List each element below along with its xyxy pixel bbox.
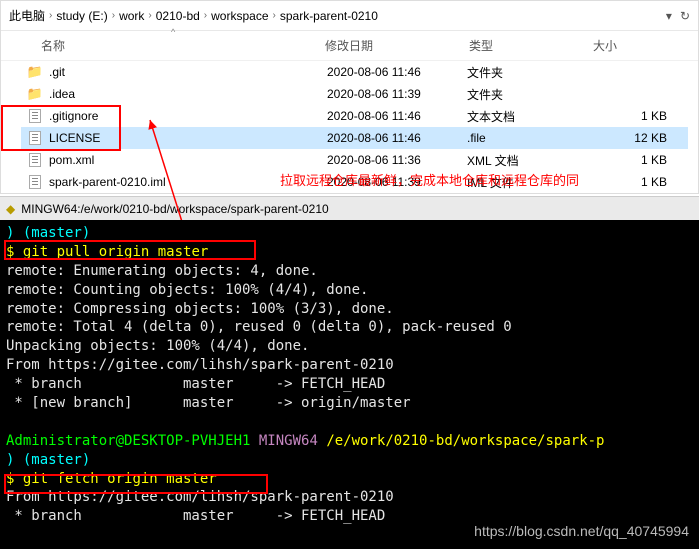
file-date: 2020-08-06 11:46 <box>327 109 467 123</box>
chevron-right-icon: › <box>200 10 211 21</box>
file-size: 1 KB <box>587 109 687 123</box>
file-row[interactable]: .gitignore 2020-08-06 11:46 文本文档 1 KB <box>21 105 688 127</box>
file-date: 2020-08-06 11:46 <box>327 131 467 145</box>
column-headers: ^ 名称 修改日期 类型 大小 <box>1 31 698 61</box>
term-command: git fetch origin master <box>23 471 217 487</box>
crumb-0210bd[interactable]: 0210-bd <box>156 9 200 23</box>
term-line: From https://gitee.com/lihsh/spark-paren… <box>6 357 394 373</box>
file-row[interactable]: pom.xml 2020-08-06 11:36 XML 文档 1 KB <box>21 149 688 171</box>
file-explorer: 此电脑› study (E:)› work› 0210-bd› workspac… <box>0 0 699 194</box>
file-type: .file <box>467 131 587 145</box>
crumb-drive[interactable]: study (E:) <box>56 9 107 23</box>
term-line: remote: Compressing objects: 100% (3/3),… <box>6 301 394 317</box>
file-name: pom.xml <box>49 153 94 167</box>
file-name: spark-parent-0210.iml <box>49 175 166 189</box>
file-date: 2020-08-06 11:39 <box>327 87 467 101</box>
dropdown-icon[interactable]: ▾ <box>666 9 672 23</box>
file-date: 2020-08-06 11:46 <box>327 65 467 79</box>
terminal-titlebar[interactable]: ◆ MINGW64:/e/work/0210-bd/workspace/spar… <box>0 196 699 220</box>
col-type[interactable]: 类型 <box>469 37 589 54</box>
term-user: Administrator@DESKTOP-PVHJEH1 <box>6 433 250 449</box>
term-path: /e/work/0210-bd/workspace/spark-p <box>326 433 604 449</box>
term-line: remote: Total 4 (delta 0), reused 0 (del… <box>6 319 512 335</box>
terminal-body[interactable]: ) (master) $ git pull origin master remo… <box>0 220 699 549</box>
crumb-workspace[interactable]: workspace <box>211 9 268 23</box>
col-date[interactable]: 修改日期 <box>325 37 465 54</box>
file-name: .gitignore <box>49 109 98 123</box>
term-line: * branch master -> FETCH_HEAD <box>6 376 385 392</box>
file-type: 文本文档 <box>467 108 587 125</box>
file-type: 文件夹 <box>467 64 587 81</box>
textfile-icon <box>29 175 41 189</box>
crumb-project[interactable]: spark-parent-0210 <box>280 9 378 23</box>
term-env: MINGW64 <box>259 433 318 449</box>
file-name: .idea <box>49 87 75 101</box>
chevron-right-icon: › <box>108 10 119 21</box>
term-line: * branch master -> FETCH_HEAD <box>6 508 385 524</box>
file-name: LICENSE <box>49 131 100 145</box>
crumb-work[interactable]: work <box>119 9 144 23</box>
col-size[interactable]: 大小 <box>593 37 699 54</box>
file-row[interactable]: LICENSE 2020-08-06 11:46 .file 12 KB <box>21 127 688 149</box>
file-size: 12 KB <box>587 131 687 145</box>
mingw-icon: ◆ <box>6 202 15 216</box>
folder-icon <box>27 86 43 102</box>
file-date: 2020-08-06 11:36 <box>327 153 467 167</box>
crumb-pc[interactable]: 此电脑 <box>9 7 45 24</box>
term-line: * [new branch] master -> origin/master <box>6 395 411 411</box>
term-line: Unpacking objects: 100% (4/4), done. <box>6 338 309 354</box>
annotation-text: 拉取远程仓库最新鲜，完成本地仓库和远程仓库的同 <box>280 170 579 189</box>
term-line: remote: Enumerating objects: 4, done. <box>6 263 318 279</box>
chevron-right-icon: › <box>45 10 56 21</box>
chevron-right-icon: › <box>269 10 280 21</box>
term-branch: ) (master) <box>6 452 90 468</box>
terminal-window: ◆ MINGW64:/e/work/0210-bd/workspace/spar… <box>0 196 699 549</box>
file-size: 1 KB <box>587 175 687 189</box>
file-size: 1 KB <box>587 153 687 167</box>
watermark: https://blog.csdn.net/qq_40745994 <box>474 523 689 539</box>
term-line: From https://gitee.com/lihsh/spark-paren… <box>6 489 394 505</box>
refresh-icon[interactable]: ↻ <box>680 9 690 23</box>
file-row[interactable]: .idea 2020-08-06 11:39 文件夹 <box>21 83 688 105</box>
textfile-icon <box>29 153 41 167</box>
term-prompt: $ <box>6 244 14 260</box>
term-line: ) (master) <box>6 225 90 241</box>
breadcrumb[interactable]: 此电脑› study (E:)› work› 0210-bd› workspac… <box>1 1 698 31</box>
term-command: git pull origin master <box>23 244 208 260</box>
term-prompt: $ <box>6 471 14 487</box>
terminal-title: MINGW64:/e/work/0210-bd/workspace/spark-… <box>21 202 328 216</box>
term-line: remote: Counting objects: 100% (4/4), do… <box>6 282 368 298</box>
folder-icon <box>27 64 43 80</box>
chevron-right-icon: › <box>144 10 155 21</box>
file-name: .git <box>49 65 65 79</box>
textfile-icon <box>29 109 41 123</box>
textfile-icon <box>29 131 41 145</box>
sort-indicator-icon: ^ <box>171 27 175 37</box>
file-type: XML 文档 <box>467 152 587 169</box>
file-type: 文件夹 <box>467 86 587 103</box>
file-row[interactable]: .git 2020-08-06 11:46 文件夹 <box>21 61 688 83</box>
col-name[interactable]: 名称 <box>41 37 321 54</box>
